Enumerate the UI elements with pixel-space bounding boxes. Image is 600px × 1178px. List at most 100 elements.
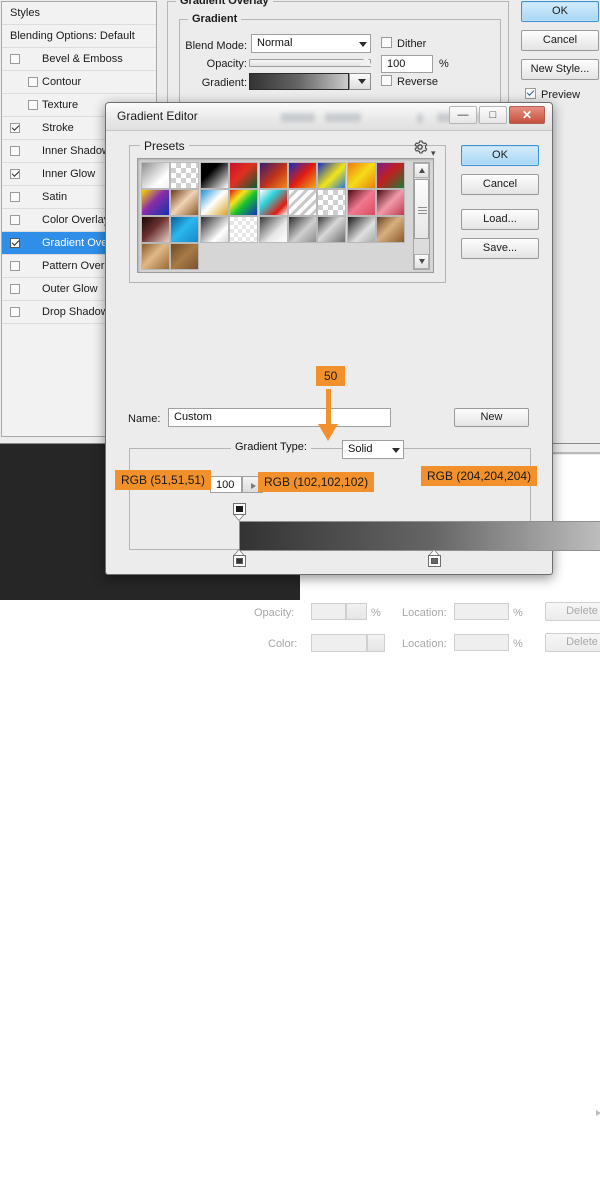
stop-color-swatch[interactable] (311, 634, 367, 652)
checkbox[interactable] (28, 77, 38, 87)
new-preset-button[interactable]: New (454, 408, 529, 427)
sidebar-item-label: Blending Options: Default (10, 30, 135, 42)
color-stop[interactable] (233, 550, 246, 567)
dither-checkbox[interactable] (381, 37, 392, 48)
preset-swatch[interactable] (259, 189, 288, 216)
preset-swatch[interactable] (376, 216, 405, 243)
gradient-type-select[interactable]: Solid (342, 440, 404, 459)
checkbox[interactable] (10, 146, 20, 156)
presets-grid[interactable] (141, 162, 406, 270)
stop-opacity-stepper[interactable] (346, 603, 367, 620)
sidebar-item-label: Bevel & Emboss (42, 53, 123, 65)
preset-swatch[interactable] (229, 189, 258, 216)
scroll-up-button[interactable] (414, 163, 429, 178)
load-button[interactable]: Load... (461, 209, 539, 230)
preset-swatch[interactable] (141, 189, 170, 216)
preset-swatch[interactable] (347, 189, 376, 216)
preset-swatch[interactable] (200, 189, 229, 216)
preset-empty-cell (288, 243, 317, 270)
preset-swatch[interactable] (259, 216, 288, 243)
checkbox[interactable] (10, 261, 20, 271)
layer-style-ok-button[interactable]: OK (521, 1, 599, 22)
sidebar-item-label: Outer Glow (42, 283, 98, 295)
layer-style-cancel-button[interactable]: Cancel (521, 30, 599, 51)
checkbox[interactable] (10, 123, 20, 133)
preset-swatch[interactable] (200, 162, 229, 189)
preset-swatch[interactable] (376, 162, 405, 189)
preset-swatch[interactable] (317, 189, 346, 216)
checkbox[interactable] (10, 169, 20, 179)
sidebar-item-blending-options-default[interactable]: Blending Options: Default (2, 25, 156, 48)
preset-swatch[interactable] (288, 162, 317, 189)
reverse-checkbox[interactable] (381, 75, 392, 86)
presets-scrollbar[interactable] (413, 162, 430, 270)
checkbox[interactable] (10, 284, 20, 294)
opacity-label: Opacity: (179, 58, 247, 70)
preset-swatch[interactable] (288, 216, 317, 243)
preset-swatch[interactable] (170, 216, 199, 243)
sidebar-item-bevel-emboss[interactable]: Bevel & Emboss (2, 48, 156, 71)
checkbox[interactable] (10, 307, 20, 317)
opacity-slider-thumb[interactable] (360, 55, 372, 66)
checkbox[interactable] (10, 238, 20, 248)
color-stop[interactable] (428, 550, 441, 567)
opacity-location-input[interactable] (454, 603, 509, 620)
opacity-input[interactable]: 100 (381, 55, 433, 73)
gradient-picker-button[interactable] (349, 73, 371, 90)
opacity-slider-track[interactable] (249, 59, 371, 67)
color-location-input[interactable] (454, 634, 509, 651)
presets-scroll-area[interactable] (137, 158, 434, 273)
preset-swatch[interactable] (376, 189, 405, 216)
preset-swatch[interactable] (200, 216, 229, 243)
preset-swatch[interactable] (259, 162, 288, 189)
preset-swatch[interactable] (141, 162, 170, 189)
preset-swatch[interactable] (288, 189, 317, 216)
blend-mode-select[interactable]: Normal (251, 34, 371, 53)
preset-swatch[interactable] (170, 243, 199, 270)
preset-swatch[interactable] (170, 162, 199, 189)
chevron-down-icon (392, 448, 400, 453)
preset-swatch[interactable] (141, 243, 170, 270)
opacity-stop[interactable] (233, 503, 246, 520)
preset-swatch[interactable] (317, 216, 346, 243)
gear-dropdown-arrow-icon[interactable]: ▾ (431, 148, 436, 159)
stop-opacity-input[interactable] (311, 603, 346, 620)
preset-swatch[interactable] (141, 216, 170, 243)
scroll-down-button[interactable] (414, 254, 429, 269)
checkbox[interactable] (10, 192, 20, 202)
preset-swatch[interactable] (347, 216, 376, 243)
color-picker-button[interactable] (367, 634, 385, 652)
sidebar-item-contour[interactable]: Contour (2, 71, 156, 94)
maximize-button[interactable]: □ (479, 106, 507, 124)
sidebar-item-styles[interactable]: Styles (2, 2, 156, 25)
preset-empty-cell (229, 243, 258, 270)
preset-swatch[interactable] (347, 162, 376, 189)
new-style-button[interactable]: New Style... (521, 59, 599, 80)
scrollbar-thumb[interactable] (414, 179, 429, 239)
smoothness-input[interactable]: 100 (210, 476, 242, 493)
preset-swatch[interactable] (229, 162, 258, 189)
gradient-editor-ok-button[interactable]: OK (461, 145, 539, 166)
preset-swatch[interactable] (317, 162, 346, 189)
preview-checkbox[interactable] (525, 88, 536, 99)
gradient-editor-cancel-button[interactable]: Cancel (461, 174, 539, 195)
close-button[interactable]: ✕ (509, 106, 545, 124)
chevron-down-icon (358, 79, 366, 84)
minimize-button[interactable]: — (449, 106, 477, 124)
opacity-location-label: Location: (402, 607, 447, 619)
preset-swatch[interactable] (170, 189, 199, 216)
sidebar-item-label: Satin (42, 191, 67, 203)
checkbox[interactable] (10, 54, 20, 64)
color-delete-button[interactable]: Delete (545, 633, 600, 652)
save-button[interactable]: Save... (461, 238, 539, 259)
checkbox[interactable] (28, 100, 38, 110)
gradient-swatch[interactable] (249, 73, 349, 90)
gradient-editor-titlebar[interactable]: Gradient Editor — □ ✕ (106, 103, 552, 131)
opacity-delete-button[interactable]: Delete (545, 602, 600, 621)
name-input[interactable]: Custom (168, 408, 391, 427)
gradient-preview-bar[interactable] (239, 521, 600, 551)
checkbox[interactable] (10, 215, 20, 225)
minimize-icon: — (450, 107, 476, 123)
preset-swatch[interactable] (229, 216, 258, 243)
gear-icon[interactable] (412, 139, 428, 155)
